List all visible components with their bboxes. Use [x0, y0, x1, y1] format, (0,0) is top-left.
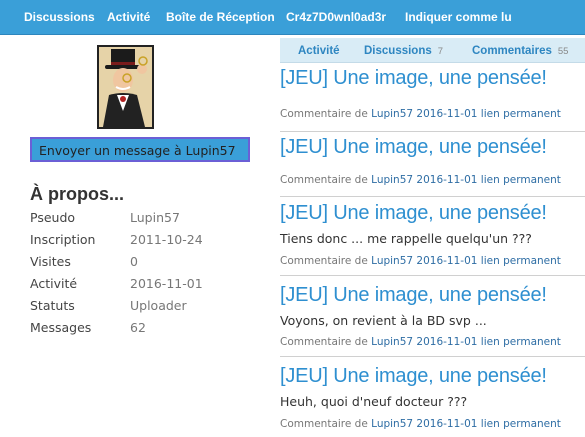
about-value: 62	[130, 320, 146, 335]
about-row-messages: Messages 62	[30, 320, 260, 342]
meta-prefix: Commentaire de	[280, 108, 368, 120]
date-link[interactable]: 2016-11-01	[416, 255, 477, 267]
nav-discussions[interactable]: Discussions	[24, 10, 95, 24]
permalink[interactable]: lien permanent	[481, 336, 561, 348]
about-value: Lupin57	[130, 210, 180, 225]
about-row-inscription: Inscription 2011-10-24	[30, 232, 260, 254]
list-item: [JEU] Une image, une pensée! Commentaire…	[280, 67, 585, 132]
comment-title-link[interactable]: [JEU] Une image, une pensée!	[280, 67, 547, 90]
about-row-pseudo: Pseudo Lupin57	[30, 210, 260, 232]
permalink[interactable]: lien permanent	[481, 418, 561, 430]
date-link[interactable]: 2016-11-01	[416, 108, 477, 120]
comment-body: Tiens donc ... me rappelle quelqu'un ???	[280, 231, 532, 246]
meta-prefix: Commentaire de	[280, 418, 368, 430]
about-label: Inscription	[30, 232, 96, 247]
tab-activite[interactable]: Activité	[298, 45, 340, 57]
permalink[interactable]: lien permanent	[481, 108, 561, 120]
about-label: Visites	[30, 254, 71, 269]
about-value: 2011-10-24	[130, 232, 203, 247]
date-link[interactable]: 2016-11-01	[416, 418, 477, 430]
nav-activite[interactable]: Activité	[107, 10, 150, 24]
list-item: [JEU] Une image, une pensée! Tiens donc …	[280, 199, 585, 276]
author-link[interactable]: Lupin57	[371, 336, 413, 348]
about-value: 0	[130, 254, 138, 269]
author-link[interactable]: Lupin57	[371, 418, 413, 430]
about-row-statuts: Statuts Uploader	[30, 298, 260, 320]
about-heading: À propos...	[30, 184, 124, 204]
meta-prefix: Commentaire de	[280, 336, 368, 348]
list-item: [JEU] Une image, une pensée! Commentaire…	[280, 134, 585, 197]
avatar-illustration	[99, 47, 152, 127]
author-link[interactable]: Lupin57	[371, 174, 413, 186]
send-message-button[interactable]: Envoyer un message à Lupin57	[30, 137, 250, 162]
comment-title-link[interactable]: [JEU] Une image, une pensée!	[280, 202, 547, 225]
nav-user[interactable]: Cr4z7D0wnl0ad3r	[286, 10, 386, 24]
comment-meta: Commentaire de Lupin57 2016-11-01 lien p…	[280, 418, 561, 430]
date-link[interactable]: 2016-11-01	[416, 336, 477, 348]
about-value: Uploader	[130, 298, 187, 313]
comment-body: Voyons, on revient à la BD svp ...	[280, 313, 487, 328]
about-row-activite: Activité 2016-11-01	[30, 276, 260, 298]
profile-tabs: Activité Discussions 7 Commentaires 55	[280, 38, 585, 63]
permalink[interactable]: lien permanent	[481, 174, 561, 186]
about-row-visites: Visites 0	[30, 254, 260, 276]
meta-prefix: Commentaire de	[280, 255, 368, 267]
top-nav-bar: Discussions Activité Boîte de Réception …	[0, 0, 585, 35]
date-link[interactable]: 2016-11-01	[416, 174, 477, 186]
permalink[interactable]: lien permanent	[481, 255, 561, 267]
list-item: [JEU] Une image, une pensée! Voyons, on …	[280, 280, 585, 357]
comment-meta: Commentaire de Lupin57 2016-11-01 lien p…	[280, 108, 561, 120]
comment-meta: Commentaire de Lupin57 2016-11-01 lien p…	[280, 255, 561, 267]
tab-discussions[interactable]: Discussions 7	[364, 45, 443, 57]
tab-count: 7	[437, 46, 444, 57]
tab-label: Activité	[298, 45, 340, 57]
tab-commentaires[interactable]: Commentaires 55	[472, 45, 568, 57]
author-link[interactable]: Lupin57	[371, 108, 413, 120]
comment-body: Heuh, quoi d'neuf docteur ???	[280, 394, 468, 409]
about-label: Statuts	[30, 298, 75, 313]
tab-label: Discussions	[364, 45, 432, 57]
nav-inbox[interactable]: Boîte de Réception	[166, 10, 275, 24]
about-label: Pseudo	[30, 210, 76, 225]
about-label: Messages	[30, 320, 92, 335]
comment-title-link[interactable]: [JEU] Une image, une pensée!	[280, 136, 547, 159]
comment-title-link[interactable]: [JEU] Une image, une pensée!	[280, 365, 547, 388]
comment-title-link[interactable]: [JEU] Une image, une pensée!	[280, 284, 547, 307]
about-value: 2016-11-01	[130, 276, 203, 291]
comment-meta: Commentaire de Lupin57 2016-11-01 lien p…	[280, 174, 561, 186]
comment-meta: Commentaire de Lupin57 2016-11-01 lien p…	[280, 336, 561, 348]
author-link[interactable]: Lupin57	[371, 255, 413, 267]
monocle-gentleman-avatar	[97, 45, 154, 129]
about-label: Activité	[30, 276, 78, 291]
meta-prefix: Commentaire de	[280, 174, 368, 186]
tab-label: Commentaires	[472, 45, 552, 57]
tab-count: 55	[557, 46, 569, 57]
nav-mark-read[interactable]: Indiquer comme lu	[405, 10, 512, 24]
list-item: [JEU] Une image, une pensée! Heuh, quoi …	[280, 362, 585, 437]
